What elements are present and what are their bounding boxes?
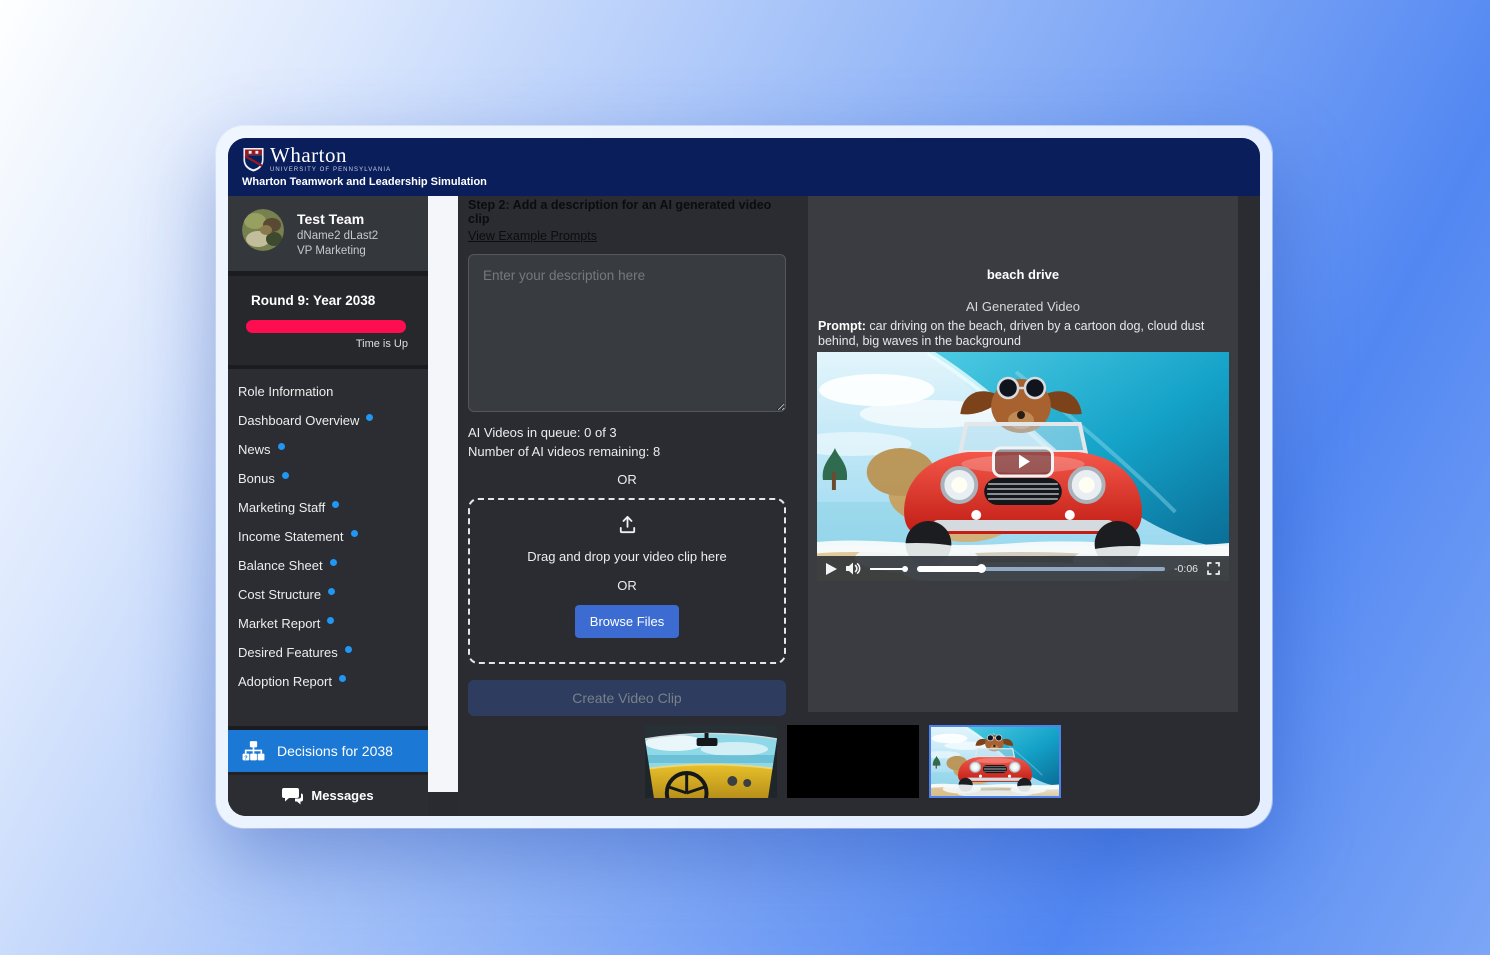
- clip-thumbnail-strip: [645, 725, 1061, 798]
- team-member: dName2 dLast2: [297, 230, 378, 242]
- sidebar-item-role-information[interactable]: Role Information: [228, 377, 428, 406]
- round-progress-bar: [246, 320, 406, 333]
- sidebar-item-bonus[interactable]: Bonus: [228, 464, 428, 493]
- create-video-clip-button[interactable]: Create Video Clip: [468, 680, 786, 716]
- clip-prompt: Prompt: car driving on the beach, driven…: [818, 319, 1228, 349]
- sidebar-nav: Role Information Dashboard Overview News…: [228, 369, 428, 696]
- video-player[interactable]: -0:06: [817, 352, 1229, 581]
- round-status: Time is Up: [251, 338, 408, 350]
- video-controls: -0:06: [817, 556, 1229, 581]
- video-compose-column: Step 2: Add a description for an AI gene…: [468, 198, 786, 716]
- notification-dot: [330, 559, 337, 566]
- description-textarea[interactable]: [468, 254, 786, 412]
- round-title: Round 9: Year 2038: [251, 293, 408, 308]
- penn-shield-icon: [242, 147, 265, 172]
- sidebar-item-news[interactable]: News: [228, 435, 428, 464]
- notification-dot: [327, 617, 334, 624]
- prompt-text: car driving on the beach, driven by a ca…: [818, 319, 1204, 348]
- notification-dot: [328, 588, 335, 595]
- scroll-gutter[interactable]: [428, 196, 458, 792]
- view-example-prompts-link[interactable]: View Example Prompts: [468, 229, 597, 243]
- sidebar-item-cost-structure[interactable]: Cost Structure: [228, 580, 428, 609]
- svg-text:?: ?: [244, 755, 248, 761]
- notification-dot: [278, 443, 285, 450]
- sidebar-item-marketing-staff[interactable]: Marketing Staff: [228, 493, 428, 522]
- avatar: [242, 209, 284, 251]
- team-name: Test Team: [297, 211, 378, 227]
- sidebar-item-market-report[interactable]: Market Report: [228, 609, 428, 638]
- notification-dot: [282, 472, 289, 479]
- notification-dot: [366, 414, 373, 421]
- clip-title: beach drive: [808, 267, 1238, 282]
- sidebar: Test Team dName2 dLast2 VP Marketing Rou…: [228, 196, 428, 816]
- app-header: Wharton University of Pennsylvania Whart…: [228, 138, 1260, 196]
- thumbnail-black-clip[interactable]: [787, 725, 919, 798]
- clip-type-label: AI Generated Video: [808, 299, 1238, 314]
- team-role: VP Marketing: [297, 245, 378, 257]
- notification-dot: [332, 501, 339, 508]
- remaining-status: Number of AI videos remaining: 8: [468, 442, 786, 461]
- video-dropzone[interactable]: Drag and drop your video clip here OR Br…: [468, 498, 786, 664]
- play-overlay-button[interactable]: [992, 446, 1054, 477]
- sidebar-item-decisions[interactable]: ? Decisions for 2038: [228, 726, 428, 772]
- step-title: Step 2: Add a description for an AI gene…: [468, 198, 786, 226]
- progress-knob[interactable]: [977, 564, 986, 573]
- sidebar-item-desired-features[interactable]: Desired Features: [228, 638, 428, 667]
- dropzone-or: OR: [617, 578, 637, 593]
- messages-label: Messages: [311, 788, 373, 803]
- org-chart-icon: ?: [241, 739, 266, 764]
- time-remaining: -0:06: [1174, 563, 1198, 575]
- prompt-label: Prompt:: [818, 319, 866, 333]
- dropzone-instruction: Drag and drop your video clip here: [527, 549, 726, 564]
- upload-icon: [616, 513, 639, 536]
- play-button[interactable]: [826, 563, 837, 575]
- queue-status: AI Videos in queue: 0 of 3: [468, 423, 786, 442]
- play-icon: [1019, 455, 1030, 469]
- thumbnail-beach-drive-clip[interactable]: [929, 725, 1061, 798]
- sidebar-item-adoption-report[interactable]: Adoption Report: [228, 667, 428, 696]
- sidebar-item-dashboard-overview[interactable]: Dashboard Overview: [228, 406, 428, 435]
- team-card: Test Team dName2 dLast2 VP Marketing: [228, 196, 428, 276]
- volume-slider[interactable]: [870, 564, 908, 573]
- notification-dot: [351, 530, 358, 537]
- thumbnail-dashboard-clip[interactable]: [645, 725, 777, 798]
- volume-knob[interactable]: [902, 566, 909, 573]
- brand-logo: Wharton University of Pennsylvania: [242, 145, 1260, 173]
- app-window: Wharton University of Pennsylvania Whart…: [216, 126, 1272, 828]
- sidebar-item-messages[interactable]: Messages: [228, 772, 428, 816]
- sidebar-item-income-statement[interactable]: Income Statement: [228, 522, 428, 551]
- fullscreen-button[interactable]: [1207, 562, 1220, 575]
- content-area: Step 2: Add a description for an AI gene…: [458, 196, 1260, 816]
- notification-dot: [345, 646, 352, 653]
- or-divider: OR: [468, 472, 786, 487]
- brand-subtitle: University of Pennsylvania: [270, 167, 391, 173]
- brand-title: Wharton: [270, 145, 391, 166]
- progress-bar[interactable]: [917, 564, 1165, 573]
- video-preview-panel: beach drive AI Generated Video Prompt: c…: [808, 196, 1238, 712]
- volume-button[interactable]: [846, 562, 861, 575]
- sidebar-item-balance-sheet[interactable]: Balance Sheet: [228, 551, 428, 580]
- round-card: Round 9: Year 2038 Time is Up: [228, 276, 428, 369]
- notification-dot: [339, 675, 346, 682]
- app-title: Wharton Teamwork and Leadership Simulati…: [242, 176, 1260, 188]
- decisions-label: Decisions for 2038: [277, 743, 393, 759]
- browse-files-button[interactable]: Browse Files: [575, 605, 679, 638]
- simulation-app: Wharton University of Pennsylvania Whart…: [228, 138, 1260, 816]
- chat-bubbles-icon: [282, 787, 303, 805]
